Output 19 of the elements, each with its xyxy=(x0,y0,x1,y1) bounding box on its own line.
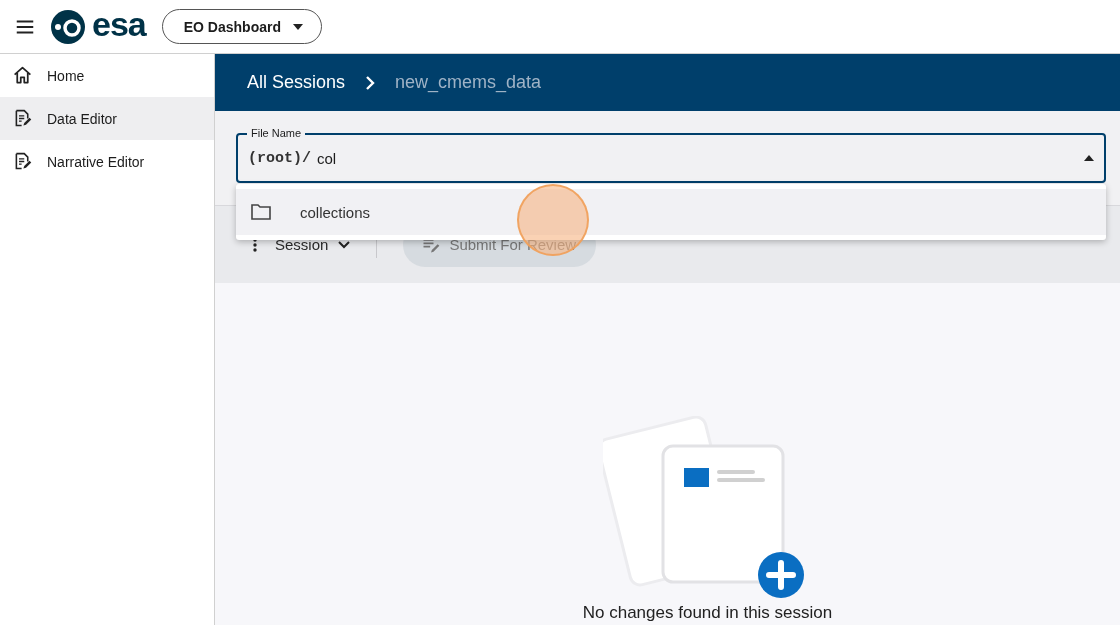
chevron-down-icon xyxy=(338,240,351,249)
session-menu[interactable]: Session xyxy=(253,236,351,253)
path-prefix: (root)/ xyxy=(248,149,311,167)
app-switcher[interactable]: EO Dashboard xyxy=(161,9,322,44)
empty-message: No changes found in this session xyxy=(582,603,833,623)
caret-icon xyxy=(293,23,303,30)
field-value: col xyxy=(317,149,337,167)
sidebar-item[interactable]: Home xyxy=(0,54,214,97)
folder-icon xyxy=(251,204,271,220)
dropdown-option[interactable]: collections xyxy=(236,189,1106,235)
field-label: File Name xyxy=(247,126,306,140)
home-icon xyxy=(12,65,33,86)
breadcrumb-item: new_cmems_data xyxy=(395,72,542,93)
dropdown-caret-icon[interactable] xyxy=(1084,155,1094,161)
logo: esa xyxy=(50,8,146,45)
breadcrumb-item[interactable]: All Sessions xyxy=(247,72,346,93)
more-icon xyxy=(253,237,257,252)
sidebar-item[interactable]: Narrative Editor xyxy=(0,140,214,183)
sidebar-item[interactable]: Data Editor xyxy=(0,97,214,140)
